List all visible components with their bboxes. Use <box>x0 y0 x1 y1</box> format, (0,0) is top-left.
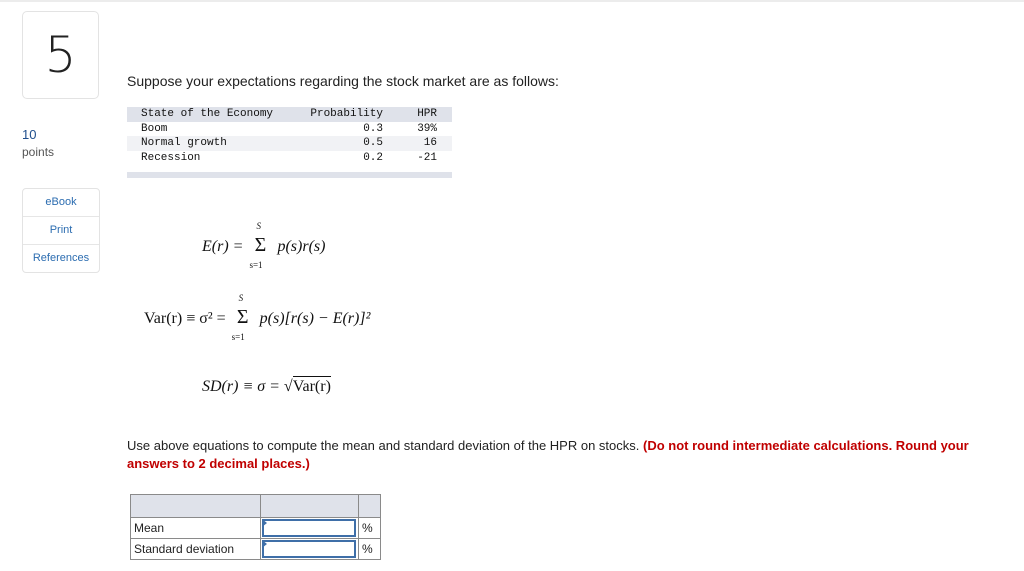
economy-table-footer <box>127 172 452 178</box>
mean-label: Mean <box>130 517 261 539</box>
std-dev-equation: SD(r) ≡ σ = √Var(r) <box>202 376 331 396</box>
hpr-cell: 39% <box>417 122 437 135</box>
table-row: Boom 0.3 39% <box>127 122 452 137</box>
std-dev-unit: % <box>358 538 381 560</box>
probability-cell: 0.3 <box>363 122 383 135</box>
eq-lhs: E(r) = <box>202 238 244 255</box>
points-value: 10 <box>22 127 37 142</box>
answer-table: Mean % Standard deviation % <box>130 494 381 560</box>
economy-table: State of the Economy Probability HPR Boo… <box>127 107 452 178</box>
points-label: points <box>22 145 55 159</box>
mean-input[interactable] <box>262 519 356 537</box>
question-number-box: 5 <box>22 11 99 99</box>
sum-lower: s=1 <box>231 332 245 342</box>
print-link[interactable]: Print <box>23 216 99 244</box>
summation-symbol: Σ Ss=1 <box>249 221 267 270</box>
sum-upper: S <box>256 221 261 231</box>
mean-unit: % <box>358 517 381 539</box>
input-flag-icon <box>262 519 267 527</box>
state-cell: Normal growth <box>141 137 227 149</box>
header-state: State of the Economy <box>141 108 274 120</box>
probability-cell: 0.2 <box>363 151 383 164</box>
table-row: Normal growth 0.5 16 <box>127 136 452 151</box>
table-row: Standard deviation % <box>130 538 381 560</box>
ebook-link[interactable]: eBook <box>23 189 99 216</box>
summation-symbol: Σ Ss=1 <box>231 293 249 342</box>
eq-rhs: p(s)[r(s) − E(r)]² <box>259 310 371 327</box>
economy-table-header: State of the Economy Probability HPR <box>127 107 452 122</box>
state-cell: Boom <box>141 122 168 135</box>
header-hpr: HPR <box>417 108 437 120</box>
eq-lhs: SD(r) ≡ σ = √ <box>202 378 293 395</box>
std-dev-input[interactable] <box>262 540 356 558</box>
instructions-text: Use above equations to compute the mean … <box>127 438 640 453</box>
header-probability: Probability <box>310 108 383 120</box>
eq-rhs: p(s)r(s) <box>277 238 326 255</box>
state-cell: Recession <box>141 151 201 164</box>
eq-rhs: Var(r) <box>292 376 331 395</box>
question-intro: Suppose your expectations regarding the … <box>127 73 559 89</box>
question-number: 5 <box>44 26 77 84</box>
table-row: Mean % <box>130 517 381 539</box>
resource-links: eBook Print References <box>22 188 100 273</box>
eq-lhs: Var(r) ≡ σ² = <box>144 310 226 327</box>
variance-equation: Var(r) ≡ σ² = Σ Ss=1 p(s)[r(s) − E(r)]² <box>144 293 371 342</box>
hpr-cell: 16 <box>423 137 437 149</box>
input-flag-icon <box>262 540 267 548</box>
hpr-cell: -21 <box>417 151 437 164</box>
answer-table-header <box>130 494 381 518</box>
std-dev-label: Standard deviation <box>130 538 261 560</box>
sum-upper: S <box>238 293 244 303</box>
instructions: Use above equations to compute the mean … <box>127 437 1007 473</box>
probability-cell: 0.5 <box>363 137 383 149</box>
sum-lower: s=1 <box>249 260 263 270</box>
table-row: Recession 0.2 -21 <box>127 151 452 166</box>
references-link[interactable]: References <box>23 244 99 272</box>
expected-return-equation: E(r) = Σ Ss=1 p(s)r(s) <box>202 221 326 270</box>
top-divider <box>0 0 1024 2</box>
